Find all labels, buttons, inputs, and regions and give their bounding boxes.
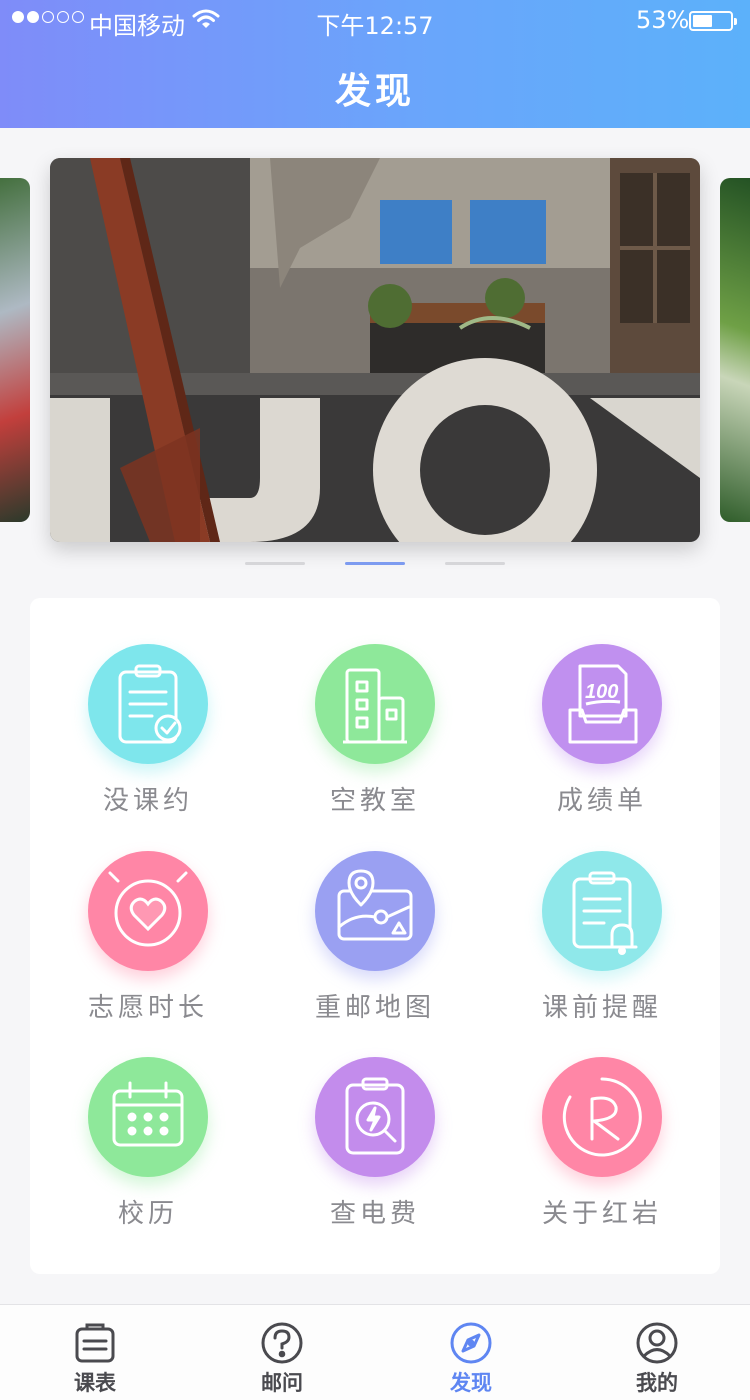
battery-level-fill (693, 15, 713, 27)
feature-label: 校历 (117, 1199, 178, 1229)
page-title: 发现 (334, 71, 415, 112)
tab-discover[interactable]: 发现 (411, 1305, 531, 1400)
feature-campus-map[interactable]: 重邮地图 (275, 805, 475, 1023)
carousel-indicators (0, 562, 750, 568)
battery-percent: 53% (636, 6, 690, 34)
feature-icon-circle (315, 851, 435, 971)
tab-label: 邮问 (261, 1371, 303, 1395)
question-icon (261, 1322, 303, 1364)
calendar-icon (112, 1081, 184, 1147)
schedule-icon (75, 1323, 115, 1363)
clipboard-bell-icon (572, 871, 638, 955)
feature-class-reminder[interactable]: 课前提醒 (502, 805, 702, 1023)
status-bar: 中国移动 下午12:57 53% (0, 0, 750, 40)
feature-label: 查电费 (329, 1199, 420, 1229)
electricity-search-icon (345, 1077, 405, 1155)
feature-icon-circle (315, 1057, 435, 1177)
tab-label: 我的 (636, 1371, 678, 1395)
feature-transcript[interactable]: 100 成绩单 (502, 598, 702, 816)
carousel-slide-current[interactable] (50, 158, 700, 542)
carousel-indicator[interactable] (445, 562, 505, 565)
feature-icon-circle (88, 644, 208, 764)
header: 中国移动 下午12:57 53% 发现 (0, 0, 750, 128)
tab-schedule[interactable]: 课表 (35, 1305, 155, 1400)
compass-icon (450, 1322, 492, 1364)
svg-text:100: 100 (585, 681, 618, 703)
banner-photo (50, 158, 700, 542)
feature-empty-classroom[interactable]: 空教室 (275, 598, 475, 816)
battery-icon (689, 11, 737, 31)
redrock-r-icon (562, 1077, 642, 1157)
feature-icon-circle: 100 (542, 644, 662, 764)
clipboard-check-icon (118, 664, 182, 744)
feature-icon-circle (542, 1057, 662, 1177)
heart-clock-icon (108, 871, 188, 947)
feature-school-calendar[interactable]: 校历 (48, 1011, 248, 1229)
carousel-slide-previous[interactable] (0, 178, 30, 522)
building-icon (343, 668, 407, 744)
bottom-tab-bar: 课表 邮问 发现 我的 (0, 1304, 750, 1400)
feature-no-class-appointment[interactable]: 没课约 (48, 598, 248, 816)
feature-grid: 没课约 空教室 100 成绩单 志愿时长 重邮地图 课前提醒 校历 查电费 关于… (30, 598, 720, 1274)
feature-volunteer-hours[interactable]: 志愿时长 (48, 805, 248, 1023)
tab-label: 发现 (450, 1371, 492, 1395)
feature-electricity-bill[interactable]: 查电费 (275, 1011, 475, 1229)
tab-questions[interactable]: 邮问 (222, 1305, 342, 1400)
carousel-indicator[interactable] (245, 562, 305, 565)
feature-icon-circle (542, 851, 662, 971)
feature-icon-circle (315, 644, 435, 764)
carousel-slide-next[interactable] (720, 178, 750, 522)
tab-profile[interactable]: 我的 (597, 1305, 717, 1400)
banner-carousel[interactable] (0, 128, 750, 588)
carousel-indicator[interactable] (345, 562, 405, 565)
tab-label: 课表 (74, 1371, 116, 1395)
score-100-icon: 100 (568, 664, 638, 744)
map-pin-icon (337, 869, 413, 941)
feature-about-redrock[interactable]: 关于红岩 (502, 1011, 702, 1229)
feature-panel: 没课约 空教室 100 成绩单 志愿时长 重邮地图 课前提醒 校历 查电费 关于… (30, 598, 720, 1274)
feature-icon-circle (88, 1057, 208, 1177)
profile-icon (636, 1322, 678, 1364)
feature-icon-circle (88, 851, 208, 971)
feature-label: 关于红岩 (541, 1199, 662, 1229)
